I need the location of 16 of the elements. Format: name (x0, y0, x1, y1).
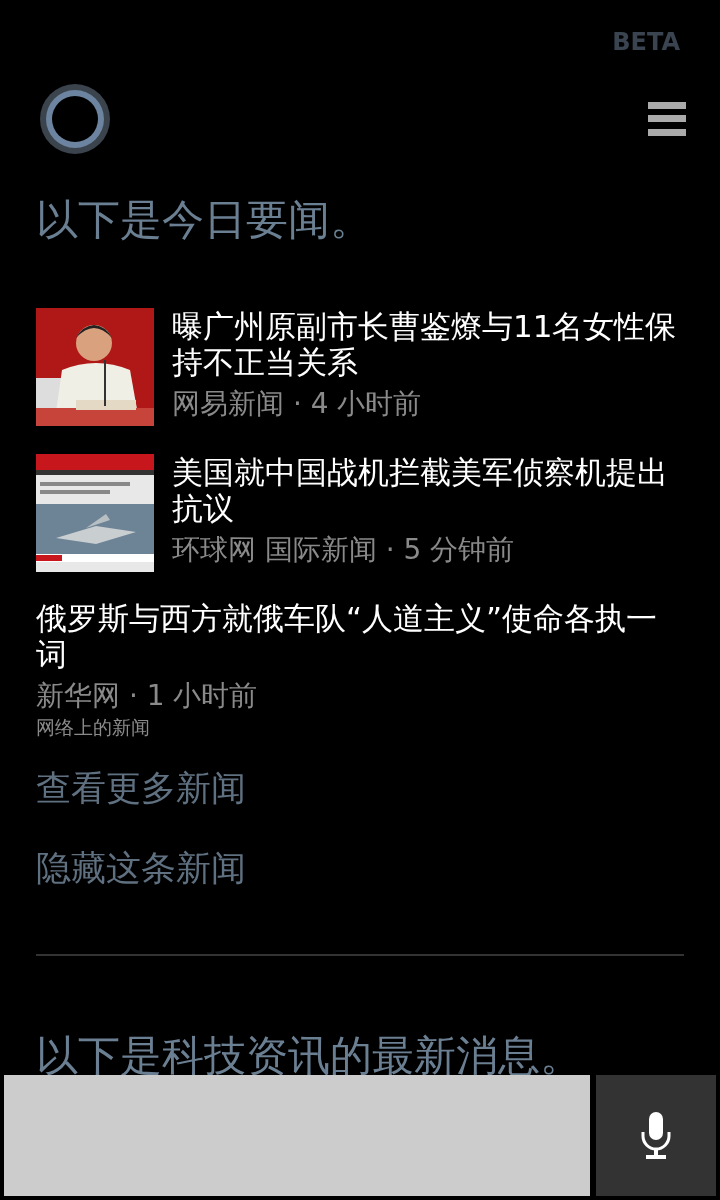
news-title[interactable]: 俄罗斯与西方就俄车队“人道主义”使命各执一词 (36, 600, 684, 672)
news-source-time: 新华网 · 1 小时前 (36, 678, 259, 714)
news-source-time: 网易新闻 · 4 小时前 (172, 386, 423, 422)
news-title[interactable]: 曝广州原副市长曹鉴燎与11名女性保持不正当关系 (172, 308, 684, 380)
news-link[interactable]: 隐藏这条新闻 (36, 846, 246, 890)
news-link[interactable]: 查看更多新闻 (36, 766, 246, 810)
microphone-icon (640, 1111, 672, 1160)
news-note: 网络上的新闻 (36, 716, 151, 738)
menu-icon[interactable] (648, 102, 686, 136)
microphone-button[interactable] (596, 1075, 716, 1196)
input-field[interactable] (4, 1075, 590, 1196)
beta-label: BETA (612, 27, 680, 58)
heading: 以下是今日要闻。 (36, 194, 373, 246)
news-source-time: 环球网 国际新闻 · 5 分钟前 (172, 532, 516, 568)
news-title[interactable]: 美国就中国战机拦截美军侦察机提出抗议 (172, 454, 684, 526)
section-heading: 以下是科技资讯的最新消息。 (36, 1030, 583, 1082)
